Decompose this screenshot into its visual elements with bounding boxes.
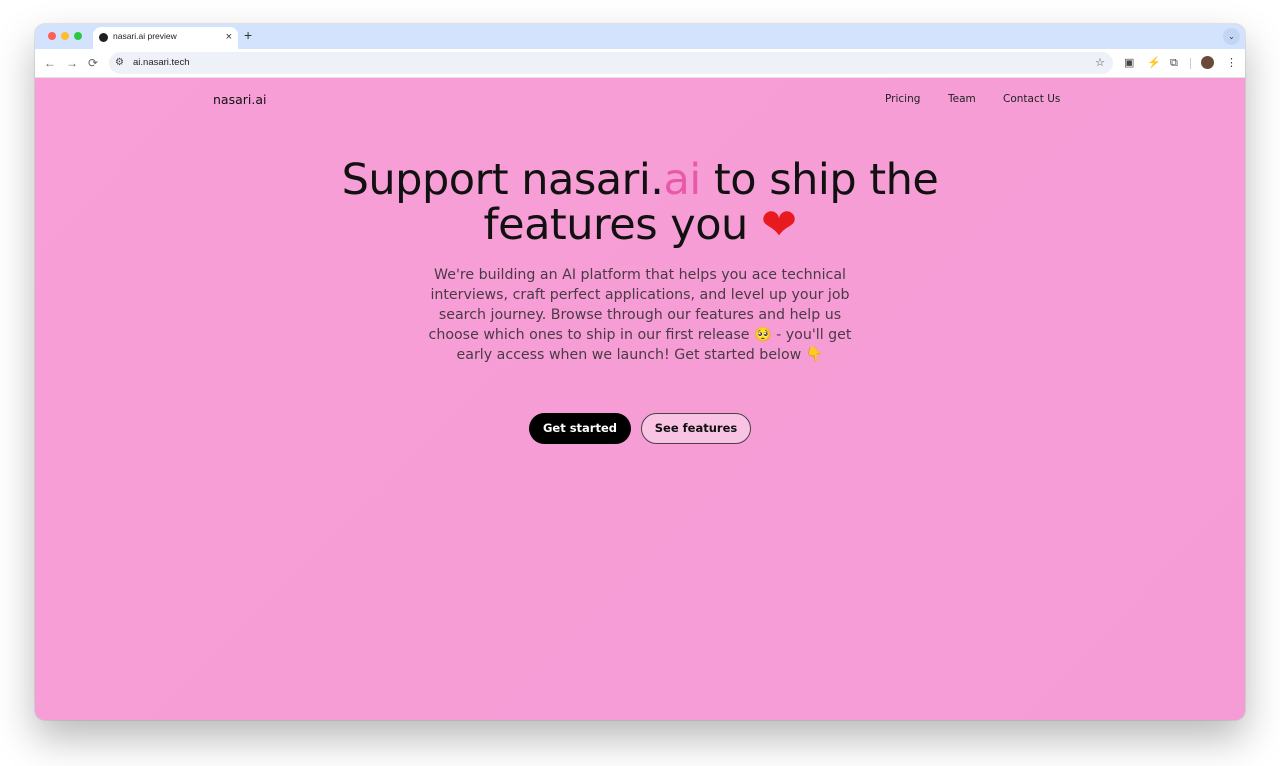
hero-title-accent: ai [663,155,701,205]
get-started-button[interactable]: Get started [529,413,631,444]
reload-icon[interactable]: ⟳ [88,55,98,71]
browser-toolbar: ← → ⟳ ⚙ ai.nasari.tech ☆ ▣ ⚡ ⧉ ⋮ [35,49,1245,78]
bookmark-star-icon[interactable]: ☆ [1095,55,1105,71]
hero-title: Support nasari.ai to ship the features y… [285,158,995,248]
site-info-icon[interactable]: ⚙ [115,55,124,71]
close-window-button[interactable] [48,32,56,40]
browser-menu-icon[interactable]: ⋮ [1226,55,1237,71]
browser-window: nasari.ai preview × + ⌄ ← → ⟳ ⚙ ai.nasar… [35,24,1245,720]
page-content: nasari.ai Pricing Team Contact Us Suppor… [35,78,1245,720]
new-tab-button[interactable]: + [244,27,252,43]
address-bar[interactable]: ⚙ ai.nasari.tech ☆ [109,52,1113,74]
url-text[interactable]: ai.nasari.tech [133,56,190,70]
forward-arrow-icon[interactable]: → [66,55,78,71]
nav-link-pricing[interactable]: Pricing [885,93,920,105]
nav-link-contact-us[interactable]: Contact Us [1003,93,1060,105]
tab-close-icon[interactable]: × [226,29,232,45]
favicon-icon [99,33,108,42]
bolt-extension-icon[interactable]: ⚡ [1147,55,1161,71]
nav-link-team[interactable]: Team [948,93,976,105]
tab-title: nasari.ai preview [113,31,177,41]
minimize-window-button[interactable] [61,32,69,40]
heart-icon: ❤ [760,200,797,250]
see-features-button[interactable]: See features [641,413,751,444]
toolbar-divider [1190,58,1191,69]
tab-bar: nasari.ai preview × + ⌄ [35,24,1245,49]
browser-tab[interactable]: nasari.ai preview × [93,27,238,49]
picture-in-picture-icon[interactable]: ▣ [1124,55,1134,71]
hero-title-part1: Support nasari. [341,155,664,205]
maximize-window-button[interactable] [74,32,82,40]
tab-search-chevron-icon[interactable]: ⌄ [1223,28,1240,45]
extensions-puzzle-icon[interactable]: ⧉ [1170,55,1178,71]
brand-logo[interactable]: nasari.ai [213,92,266,107]
profile-avatar[interactable] [1201,56,1214,69]
back-arrow-icon[interactable]: ← [44,55,56,71]
hero-description: We're building an AI platform that helps… [428,267,852,363]
